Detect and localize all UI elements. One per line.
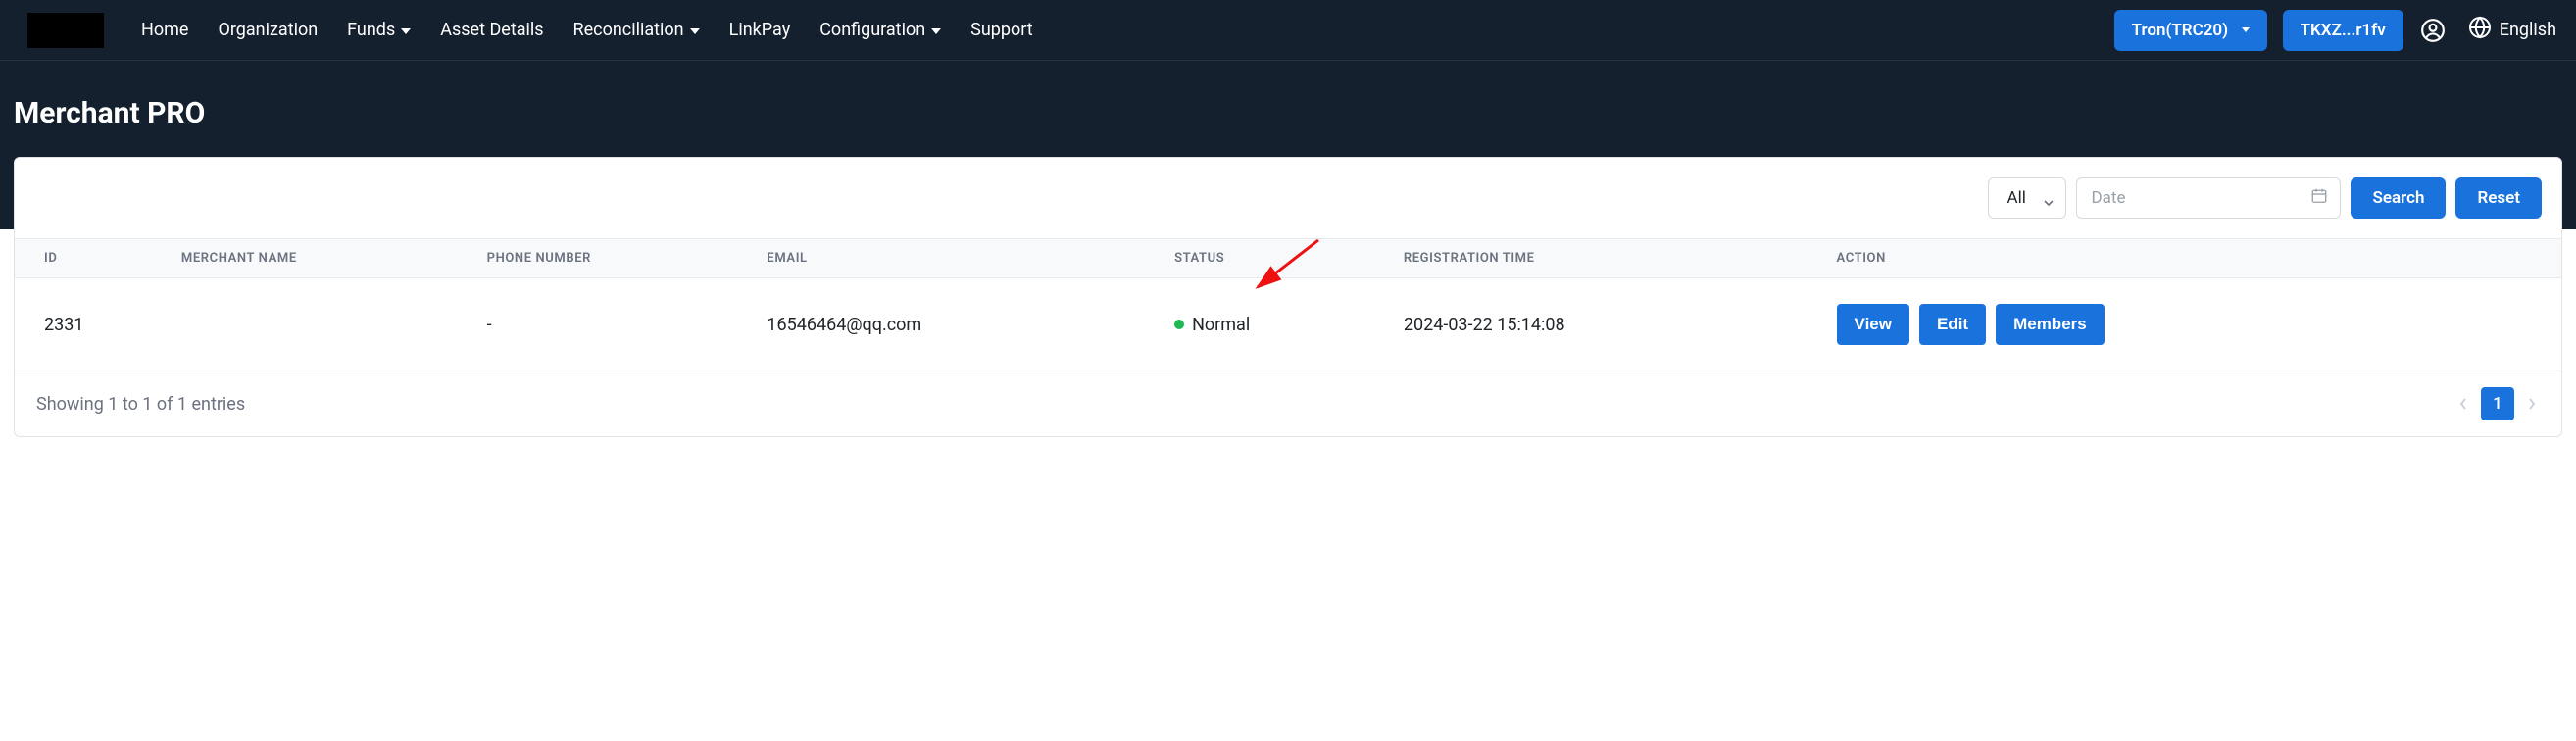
nav-reconciliation[interactable]: Reconciliation bbox=[573, 20, 700, 40]
cell-email: 16546464@qq.com bbox=[753, 278, 1161, 371]
wallet-label: TKXZ...r1fv bbox=[2301, 21, 2386, 40]
pager: 1 bbox=[2455, 387, 2540, 420]
view-button-label: View bbox=[1855, 315, 1892, 334]
top-nav: Home Organization Funds Asset Details Re… bbox=[0, 0, 2576, 61]
th-status: STATUS bbox=[1161, 239, 1390, 278]
cell-action: View Edit Members bbox=[1823, 278, 2561, 371]
members-button-label: Members bbox=[2013, 315, 2087, 334]
wallet-button[interactable]: TKXZ...r1fv bbox=[2283, 10, 2403, 51]
view-button[interactable]: View bbox=[1837, 304, 1909, 345]
user-icon[interactable] bbox=[2419, 17, 2447, 44]
entries-text: Showing 1 to 1 of 1 entries bbox=[36, 394, 245, 415]
nav-linkpay[interactable]: LinkPay bbox=[729, 20, 791, 40]
page-title: Merchant PRO bbox=[0, 61, 2576, 130]
th-id: ID bbox=[15, 239, 168, 278]
cell-merchant-name bbox=[168, 278, 473, 371]
table-header-row: ID MERCHANT NAME PHONE NUMBER EMAIL STAT… bbox=[15, 239, 2561, 278]
nav-asset-details-label: Asset Details bbox=[440, 20, 543, 40]
chevron-down-icon bbox=[690, 28, 700, 34]
date-input-wrapper[interactable] bbox=[2076, 177, 2341, 219]
nav-support[interactable]: Support bbox=[970, 20, 1033, 40]
nav-organization[interactable]: Organization bbox=[218, 20, 318, 40]
globe-icon bbox=[2468, 16, 2492, 44]
status-dot-icon bbox=[1174, 320, 1184, 329]
nav-organization-label: Organization bbox=[218, 20, 318, 40]
cell-id: 2331 bbox=[15, 278, 168, 371]
chevron-down-icon bbox=[931, 28, 941, 34]
pager-next[interactable] bbox=[2524, 391, 2540, 418]
status-label: Normal bbox=[1192, 315, 1250, 335]
nav-linkpay-label: LinkPay bbox=[729, 20, 791, 40]
nav-support-label: Support bbox=[970, 20, 1033, 40]
edit-button[interactable]: Edit bbox=[1919, 304, 1986, 345]
nav-configuration-label: Configuration bbox=[819, 20, 925, 40]
merchant-card: All Search Reset bbox=[14, 157, 2562, 437]
action-buttons: View Edit Members bbox=[1837, 304, 2532, 345]
th-action: ACTION bbox=[1823, 239, 2561, 278]
reset-button[interactable]: Reset bbox=[2455, 177, 2542, 219]
network-label: Tron(TRC20) bbox=[2132, 21, 2229, 40]
table-footer: Showing 1 to 1 of 1 entries 1 bbox=[15, 371, 2561, 436]
pager-page-label: 1 bbox=[2493, 394, 2502, 414]
content: All Search Reset bbox=[0, 157, 2576, 457]
th-registration: REGISTRATION TIME bbox=[1390, 239, 1823, 278]
filter-select-label: All bbox=[2006, 188, 2025, 208]
chevron-down-icon bbox=[401, 28, 411, 34]
table-row: 2331 - 16546464@qq.com Normal 2024-03-22… bbox=[15, 278, 2561, 371]
network-selector[interactable]: Tron(TRC20) bbox=[2114, 10, 2267, 51]
language-selector[interactable]: English bbox=[2468, 16, 2556, 44]
members-button[interactable]: Members bbox=[1996, 304, 2105, 345]
filter-select[interactable]: All bbox=[1988, 177, 2066, 219]
nav-home-label: Home bbox=[141, 20, 188, 40]
cell-registration: 2024-03-22 15:14:08 bbox=[1390, 278, 1823, 371]
nav-funds-label: Funds bbox=[347, 20, 395, 40]
nav-home[interactable]: Home bbox=[141, 20, 188, 40]
cell-status: Normal bbox=[1161, 278, 1390, 371]
date-input[interactable] bbox=[2091, 188, 2301, 208]
search-button-label: Search bbox=[2372, 188, 2424, 208]
th-phone: PHONE NUMBER bbox=[473, 239, 754, 278]
nav-asset-details[interactable]: Asset Details bbox=[440, 20, 543, 40]
language-label: English bbox=[2500, 20, 2556, 40]
cell-phone: - bbox=[473, 278, 754, 371]
logo bbox=[27, 13, 104, 48]
edit-button-label: Edit bbox=[1937, 315, 1968, 334]
th-merchant-name: MERCHANT NAME bbox=[168, 239, 473, 278]
search-button[interactable]: Search bbox=[2351, 177, 2446, 219]
filters-bar: All Search Reset bbox=[15, 158, 2561, 238]
nav-configuration[interactable]: Configuration bbox=[819, 20, 941, 40]
chevron-down-icon bbox=[2242, 27, 2250, 32]
header-right: Tron(TRC20) TKXZ...r1fv English bbox=[2114, 10, 2556, 51]
pager-prev[interactable] bbox=[2455, 391, 2471, 418]
reset-button-label: Reset bbox=[2477, 188, 2520, 208]
nav-reconciliation-label: Reconciliation bbox=[573, 20, 684, 40]
nav-links: Home Organization Funds Asset Details Re… bbox=[141, 20, 2114, 40]
th-email: EMAIL bbox=[753, 239, 1161, 278]
calendar-icon bbox=[2310, 187, 2328, 210]
merchant-table: ID MERCHANT NAME PHONE NUMBER EMAIL STAT… bbox=[15, 238, 2561, 371]
nav-funds[interactable]: Funds bbox=[347, 20, 411, 40]
pager-page-current[interactable]: 1 bbox=[2481, 387, 2514, 420]
chevron-down-icon bbox=[2044, 193, 2054, 203]
